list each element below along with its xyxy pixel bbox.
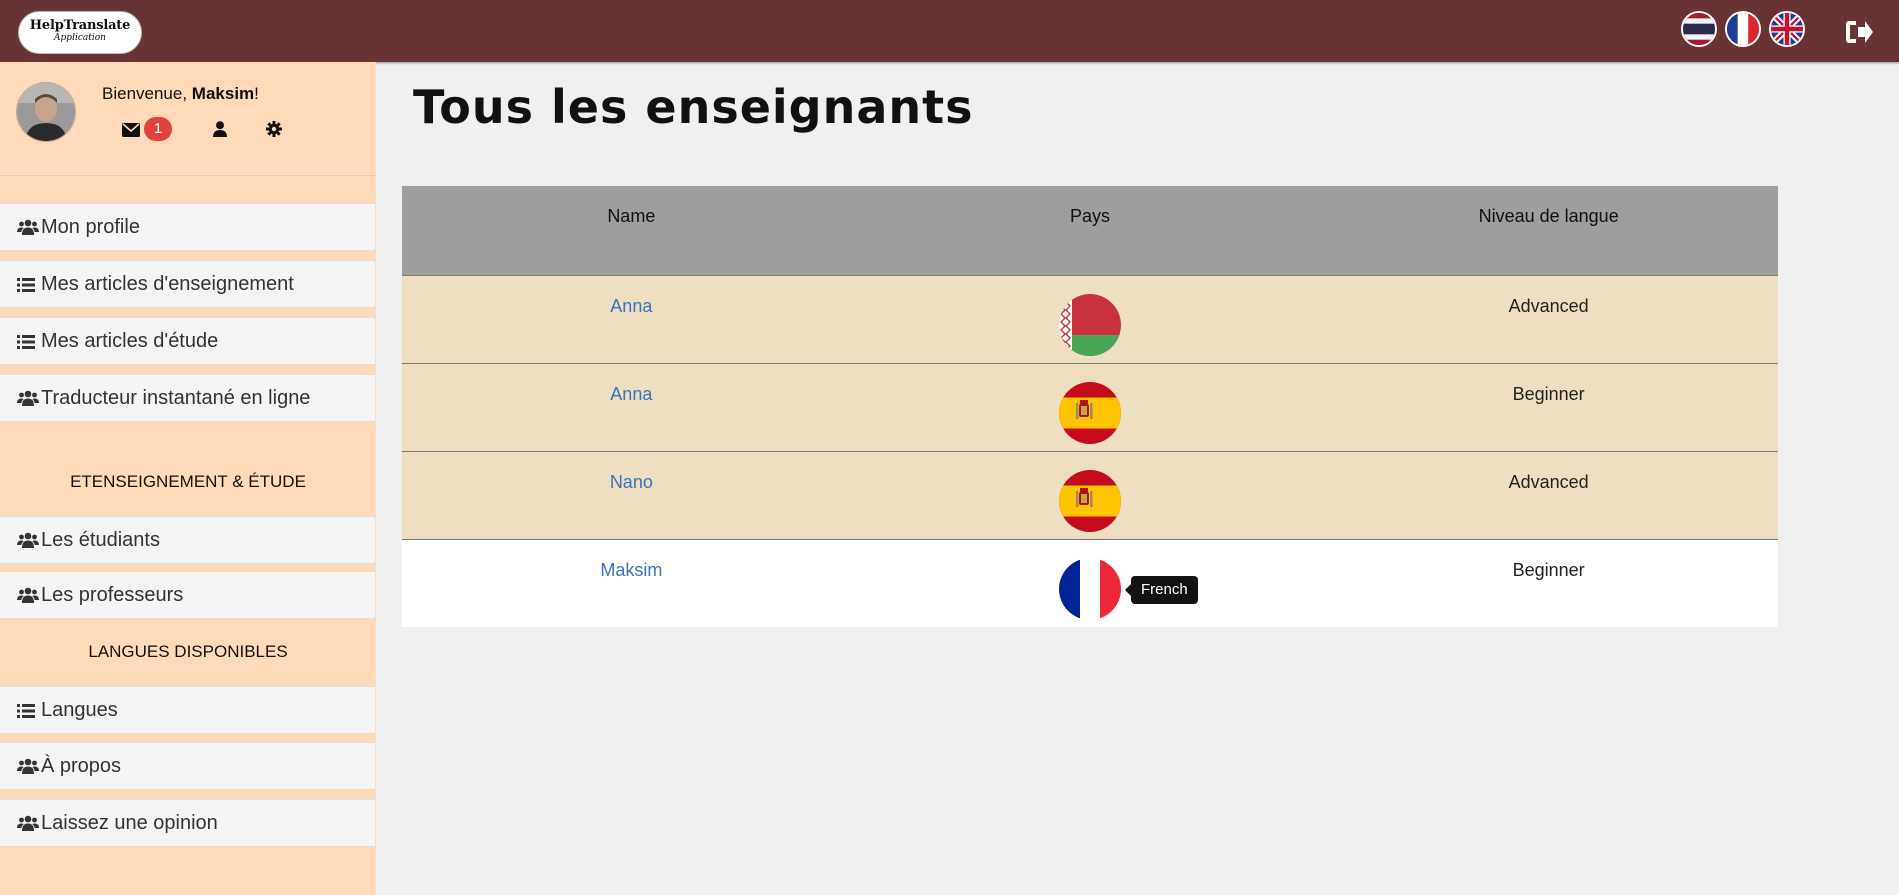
sidebar-item-label: Traducteur instantané en ligne <box>41 386 311 409</box>
users-icon <box>17 586 39 604</box>
sidebar-item-label: Laissez une opinion <box>41 811 218 834</box>
app-logo[interactable]: HelpTranslate Application <box>18 11 142 54</box>
page-title: Tous les enseignants <box>413 80 974 134</box>
sidebar-item-profile[interactable]: Mon profile <box>0 203 375 251</box>
logo-title: HelpTranslate <box>29 18 131 33</box>
table-row: Anna Beginner <box>402 362 1778 451</box>
greeting-exclamation: ! <box>254 84 259 103</box>
gear-icon[interactable] <box>266 118 282 142</box>
teacher-name-link[interactable]: Anna <box>610 296 652 316</box>
level-cell: Advanced <box>1319 450 1778 539</box>
sidebar-item-label: À propos <box>41 754 122 777</box>
section-heading-teaching: ETENSEIGNEMENT & ÉTUDE <box>70 472 306 491</box>
avatar[interactable] <box>16 82 76 142</box>
table-header-row: Name Pays Niveau de langue <box>402 186 1778 275</box>
sidebar-item-label: Langues <box>41 698 118 721</box>
column-header-country: Pays <box>860 186 1320 275</box>
france-flag-icon[interactable] <box>1058 557 1121 620</box>
sidebar-item-teachers[interactable]: Les professeurs <box>0 571 375 619</box>
section-heading-languages: LANGUES DISPONIBLES <box>88 642 288 661</box>
list-icon <box>17 332 37 350</box>
spain-flag-icon[interactable] <box>1058 469 1121 532</box>
sidebar-item-instant-translator[interactable]: Traducteur instantané en ligne <box>0 374 375 422</box>
country-cell <box>860 362 1320 451</box>
level-cell: Beginner <box>1319 538 1778 627</box>
teacher-name-cell: Anna <box>402 274 861 363</box>
teacher-name-link[interactable]: Nano <box>610 472 653 492</box>
belarus-flag-icon[interactable] <box>1058 293 1121 356</box>
sidebar-item-label: Mon profile <box>41 215 140 238</box>
logo-subtitle: Application <box>54 33 106 43</box>
level-cell: Beginner <box>1319 362 1778 451</box>
thai-flag-icon[interactable] <box>1681 11 1717 47</box>
teacher-name-cell: Nano <box>402 450 861 539</box>
table-row: Anna Advanced <box>402 274 1778 363</box>
column-header-name: Name <box>402 186 861 275</box>
sidebar-item-feedback[interactable]: Laissez une opinion <box>0 799 375 847</box>
envelope-icon[interactable] <box>122 118 140 142</box>
table-row: Maksim Beginner <box>402 538 1778 627</box>
level-cell: Advanced <box>1319 274 1778 363</box>
sidebar-item-languages[interactable]: Langues <box>0 686 375 734</box>
country-tooltip: French <box>1125 576 1198 604</box>
sidebar-item-label: Mes articles d'enseignement <box>41 272 294 295</box>
greeting-text: Bienvenue, <box>102 84 192 103</box>
uk-flag-icon[interactable] <box>1769 11 1805 47</box>
users-icon <box>17 814 39 832</box>
users-icon <box>17 389 39 407</box>
message-count-badge[interactable]: 1 <box>144 117 172 141</box>
sidebar-item-label: Les étudiants <box>41 528 160 551</box>
french-flag-icon[interactable] <box>1725 11 1761 47</box>
sign-out-icon[interactable] <box>1844 18 1874 46</box>
user-icon[interactable] <box>213 118 227 142</box>
sidebar-divider <box>0 175 376 176</box>
teachers-table: Name Pays Niveau de langue Anna Advanced <box>402 186 1778 627</box>
welcome-message: Bienvenue, Maksim! <box>102 84 259 104</box>
teacher-name-cell: Maksim <box>402 538 861 627</box>
spain-flag-icon[interactable] <box>1058 381 1121 444</box>
country-cell <box>860 450 1320 539</box>
sidebar-item-label: Mes articles d'étude <box>41 329 219 352</box>
teacher-name-link[interactable]: Maksim <box>600 560 662 580</box>
users-icon <box>17 531 39 549</box>
sidebar: Bienvenue, Maksim! 1 Mon profile Mes art… <box>0 62 376 895</box>
list-icon <box>17 275 37 293</box>
sidebar-item-teaching-articles[interactable]: Mes articles d'enseignement <box>0 260 375 308</box>
list-icon <box>17 701 37 719</box>
sidebar-item-label: Les professeurs <box>41 583 184 606</box>
users-icon <box>17 218 39 236</box>
country-cell <box>860 274 1320 363</box>
users-icon <box>17 757 39 775</box>
teacher-name-link[interactable]: Anna <box>610 384 652 404</box>
user-name: Maksim <box>191 84 255 103</box>
sidebar-item-about[interactable]: À propos <box>0 742 375 790</box>
sidebar-item-study-articles[interactable]: Mes articles d'étude <box>0 317 375 365</box>
sidebar-item-students[interactable]: Les étudiants <box>0 516 375 564</box>
country-cell <box>860 538 1320 627</box>
top-navbar: HelpTranslate Application <box>0 0 1899 62</box>
table-row: Nano Advanced <box>402 450 1778 539</box>
teacher-name-cell: Anna <box>402 362 861 451</box>
column-header-level: Niveau de langue <box>1319 186 1778 275</box>
